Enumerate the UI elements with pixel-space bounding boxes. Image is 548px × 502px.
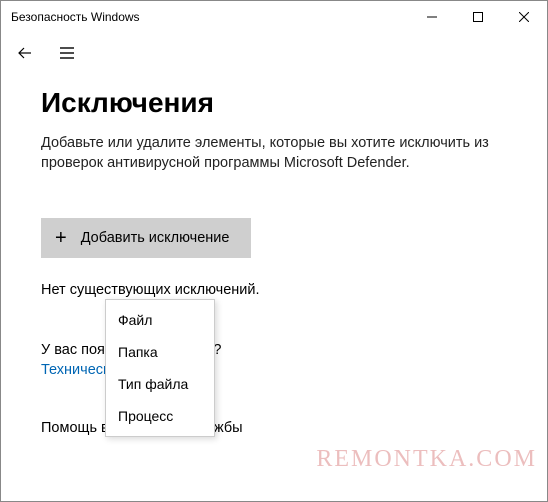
maximize-button[interactable] bbox=[455, 1, 501, 33]
add-exclusion-label: Добавить исключение bbox=[81, 230, 230, 246]
menu-button[interactable] bbox=[55, 41, 79, 65]
window-title: Безопасность Windows bbox=[11, 10, 409, 24]
menu-item-folder[interactable]: Папка bbox=[106, 336, 214, 368]
menu-item-filetype[interactable]: Тип файла bbox=[106, 368, 214, 400]
close-button[interactable] bbox=[501, 1, 547, 33]
minimize-button[interactable] bbox=[409, 1, 455, 33]
exclusion-type-menu: Файл Папка Тип файла Процесс bbox=[105, 299, 215, 437]
page-description: Добавьте или удалите элементы, которые в… bbox=[41, 133, 507, 174]
page-title: Исключения bbox=[41, 87, 507, 119]
add-exclusion-button[interactable]: + Добавить исключение bbox=[41, 218, 251, 258]
content-area: Исключения Добавьте или удалите элементы… bbox=[1, 73, 547, 436]
exclusions-status: Нет существующих исключений. bbox=[41, 282, 507, 298]
window-controls bbox=[409, 1, 547, 33]
menu-item-file[interactable]: Файл bbox=[106, 304, 214, 336]
toolbar bbox=[1, 33, 547, 73]
menu-item-process[interactable]: Процесс bbox=[106, 400, 214, 432]
back-button[interactable] bbox=[13, 41, 37, 65]
plus-icon: + bbox=[55, 228, 67, 248]
titlebar: Безопасность Windows bbox=[1, 1, 547, 33]
watermark: REMONTKA.COM bbox=[316, 446, 537, 473]
